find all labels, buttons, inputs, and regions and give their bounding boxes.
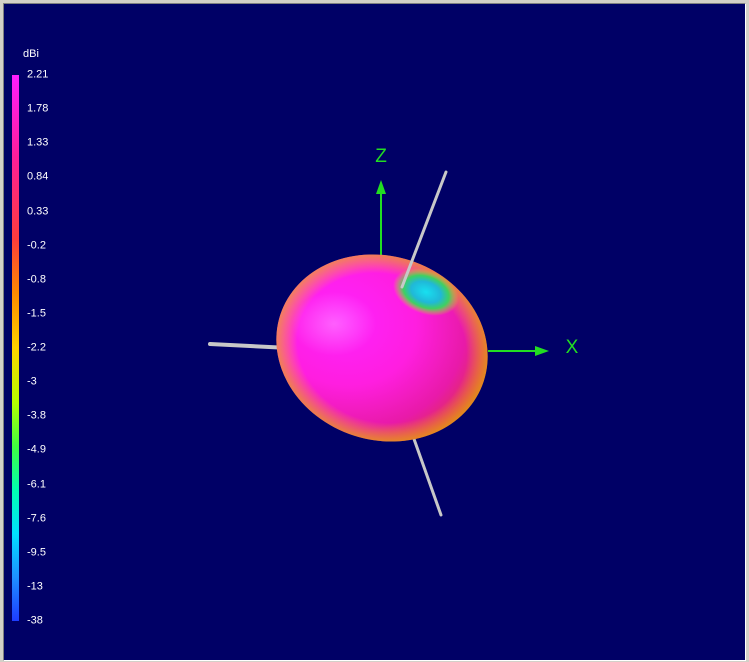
pattern-scene: Z X (208, 146, 579, 517)
z-axis-label: Z (375, 146, 387, 167)
x-axis-label: X (566, 337, 579, 358)
antenna-element-bottom (412, 437, 443, 517)
radiation-pattern-3d-view[interactable]: dBi 2.21 1.78 1.33 0.84 0.33 -0.2 -0.8 -… (3, 3, 746, 661)
radiation-pattern-lobe (276, 254, 488, 442)
x-axis-arrowhead (535, 346, 549, 356)
z-axis-arrowhead (376, 180, 386, 194)
